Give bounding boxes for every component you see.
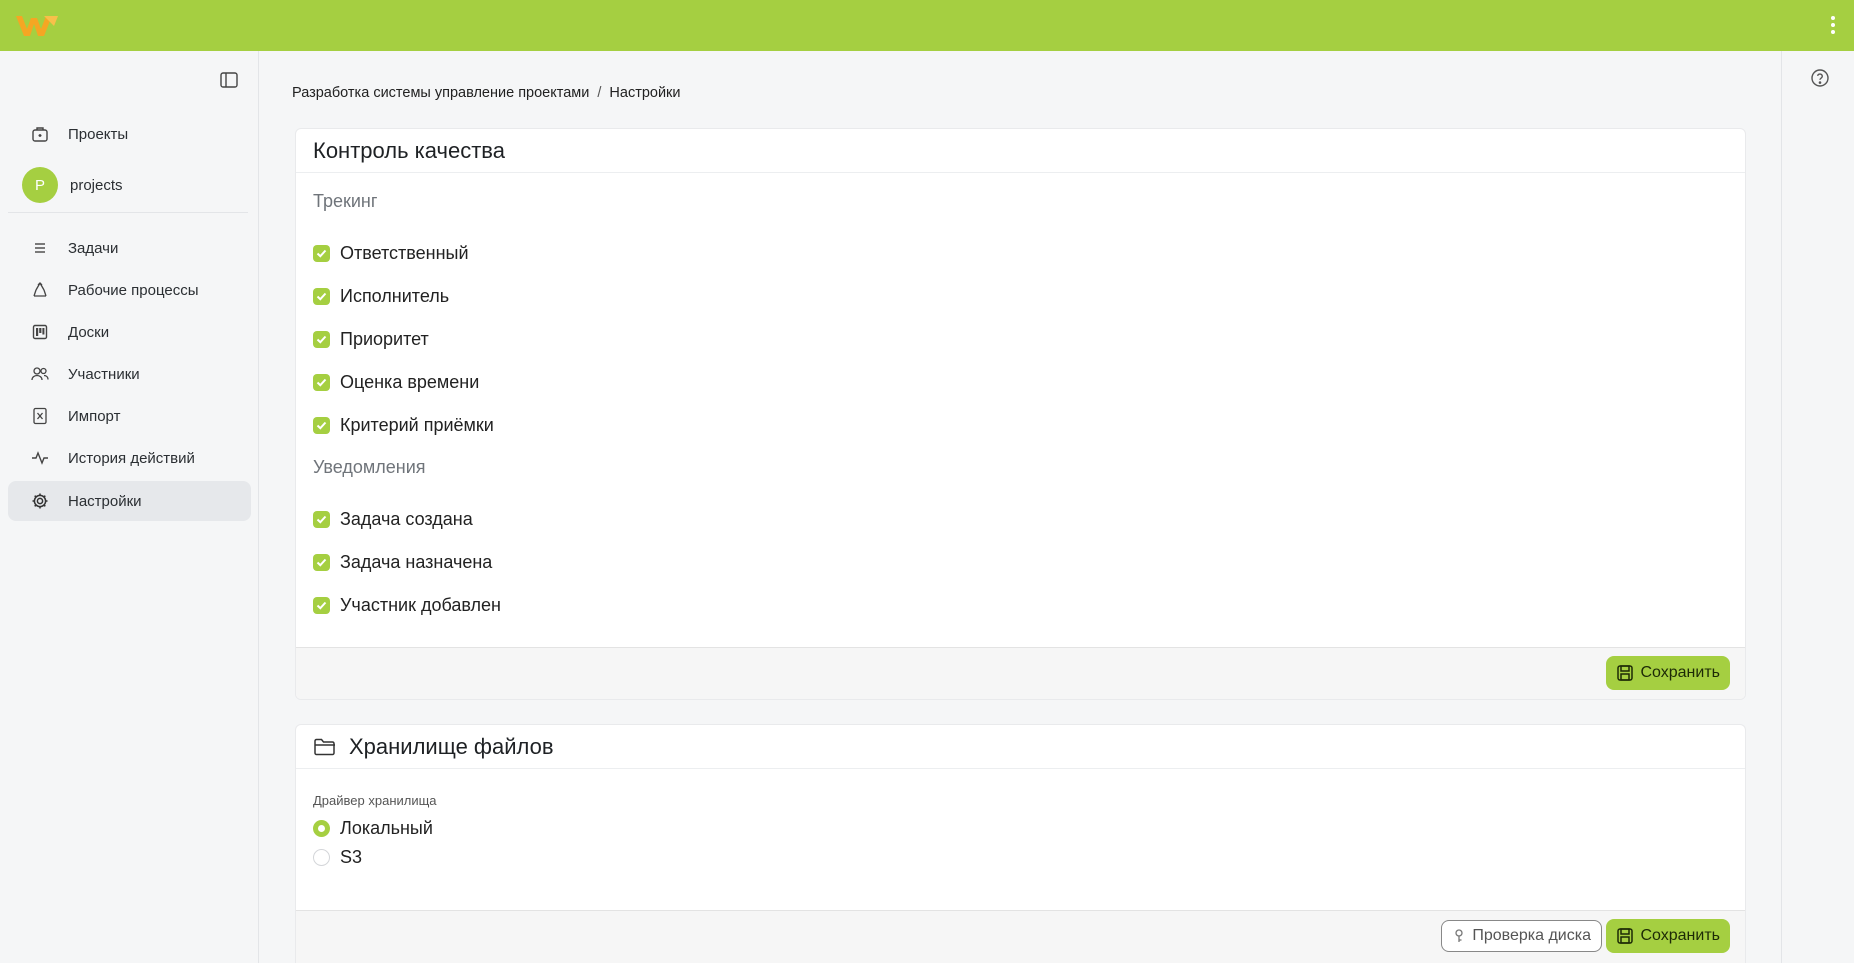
radio-unselected-icon: [313, 849, 330, 866]
sidebar-item-label: Рабочие процессы: [68, 281, 199, 299]
card-title: Контроль качества: [313, 137, 505, 163]
check-icon: [313, 331, 330, 348]
board-icon: [30, 322, 50, 342]
checkbox-member-added[interactable]: Участник добавлен: [313, 595, 501, 616]
checkbox-label: Участник добавлен: [340, 595, 501, 615]
radio-label: S3: [340, 847, 363, 867]
check-icon: [313, 417, 330, 434]
sidebar-item-settings[interactable]: Настройки: [8, 481, 251, 521]
users-icon: [30, 364, 50, 384]
save-icon: [1617, 665, 1634, 681]
sidebar-item-label: Участники: [68, 365, 140, 383]
checkbox-task-assigned[interactable]: Задача назначена: [313, 552, 492, 573]
activity-icon: [30, 448, 50, 468]
checkbox-responsible[interactable]: Ответственный: [313, 243, 469, 264]
save-button-label: Сохранить: [1640, 664, 1720, 681]
card-header: Контроль качества: [296, 129, 1745, 173]
briefcase-icon: [30, 124, 50, 144]
radio-label: Локальный: [340, 818, 433, 838]
app-logo[interactable]: [14, 12, 60, 40]
breadcrumb-project[interactable]: Разработка системы управление проектами: [292, 85, 589, 101]
breadcrumb-current: Настройки: [609, 85, 681, 101]
divider: [8, 212, 248, 213]
save-button-label: Сохранить: [1640, 927, 1720, 944]
sidebar-item-activity[interactable]: История действий: [8, 438, 251, 478]
save-icon: [1617, 928, 1634, 944]
check-icon: [313, 374, 330, 391]
checkbox-label: Приоритет: [340, 329, 429, 349]
sidebar-item-label: Проекты: [68, 125, 129, 143]
checkbox-acceptance-criteria[interactable]: Критерий приёмки: [313, 415, 494, 436]
storage-driver-label: Драйвер хранилища: [313, 793, 437, 808]
sidebar: Проекты P projects Задачи Рабочие процес…: [0, 51, 259, 963]
save-button[interactable]: Сохранить: [1606, 919, 1730, 953]
project-name: projects: [70, 176, 123, 194]
help-bar: [1781, 51, 1854, 963]
folder-icon: [314, 738, 335, 755]
checkbox-label: Задача назначена: [340, 552, 493, 572]
list-icon: [30, 238, 50, 258]
sidebar-item-boards[interactable]: Доски: [8, 312, 251, 352]
checkbox-label: Задача создана: [340, 509, 473, 529]
kebab-menu-icon[interactable]: [1828, 14, 1838, 38]
check-icon: [313, 245, 330, 262]
checkbox-label: Критерий приёмки: [340, 415, 494, 435]
section-title-notifications: Уведомления: [313, 457, 426, 477]
sidebar-item-tasks[interactable]: Задачи: [8, 228, 251, 268]
save-button[interactable]: Сохранить: [1606, 656, 1730, 690]
import-icon: [30, 406, 50, 426]
sidebar-item-label: Настройки: [68, 492, 142, 510]
sidebar-item-projects[interactable]: Проекты: [8, 114, 251, 154]
check-icon: [313, 288, 330, 305]
checkbox-assignee[interactable]: Исполнитель: [313, 286, 449, 307]
breadcrumb: Разработка системы управление проектами …: [292, 85, 681, 101]
gear-icon: [30, 491, 50, 511]
disk-check-label: Проверка диска: [1472, 927, 1591, 944]
sidebar-item-import[interactable]: Импорт: [8, 396, 251, 436]
checkbox-task-created[interactable]: Задача создана: [313, 509, 473, 530]
breadcrumb-separator: /: [597, 85, 602, 101]
section-title-tracking: Трекинг: [313, 191, 378, 211]
sidebar-item-label: История действий: [68, 449, 195, 467]
radio-s3[interactable]: S3: [313, 847, 362, 868]
check-icon: [313, 554, 330, 571]
key-icon: [1455, 929, 1464, 942]
disk-check-button[interactable]: Проверка диска: [1441, 920, 1602, 952]
avatar: P: [22, 167, 58, 203]
check-icon: [313, 597, 330, 614]
sidebar-item-label: Доски: [68, 323, 110, 341]
quality-control-card: Контроль качества Трекинг Ответственный …: [295, 128, 1746, 700]
radio-local[interactable]: Локальный: [313, 818, 433, 839]
sidebar-item-label: Импорт: [68, 407, 121, 425]
help-icon[interactable]: [1810, 68, 1830, 88]
sidebar-item-label: Задачи: [68, 239, 119, 257]
checkbox-label: Ответственный: [340, 243, 469, 263]
top-bar: [0, 0, 1854, 51]
card-footer: Проверка диска Сохранить: [296, 910, 1745, 963]
workflow-icon: [30, 280, 50, 300]
sidebar-item-workflows[interactable]: Рабочие процессы: [8, 270, 251, 310]
sidebar-item-members[interactable]: Участники: [8, 354, 251, 394]
check-icon: [313, 511, 330, 528]
file-storage-card: Хранилище файлов Драйвер хранилища Локал…: [295, 724, 1746, 963]
sidebar-toggle-icon[interactable]: [219, 70, 239, 90]
checkbox-label: Исполнитель: [340, 286, 450, 306]
card-header: Хранилище файлов: [296, 725, 1745, 769]
radio-selected-icon: [313, 820, 330, 837]
checkbox-priority[interactable]: Приоритет: [313, 329, 429, 350]
checkbox-label: Оценка времени: [340, 372, 480, 392]
checkbox-time-estimate[interactable]: Оценка времени: [313, 372, 479, 393]
project-selector[interactable]: P projects: [22, 166, 123, 204]
card-title: Хранилище файлов: [349, 733, 554, 759]
card-footer: Сохранить: [296, 647, 1745, 699]
